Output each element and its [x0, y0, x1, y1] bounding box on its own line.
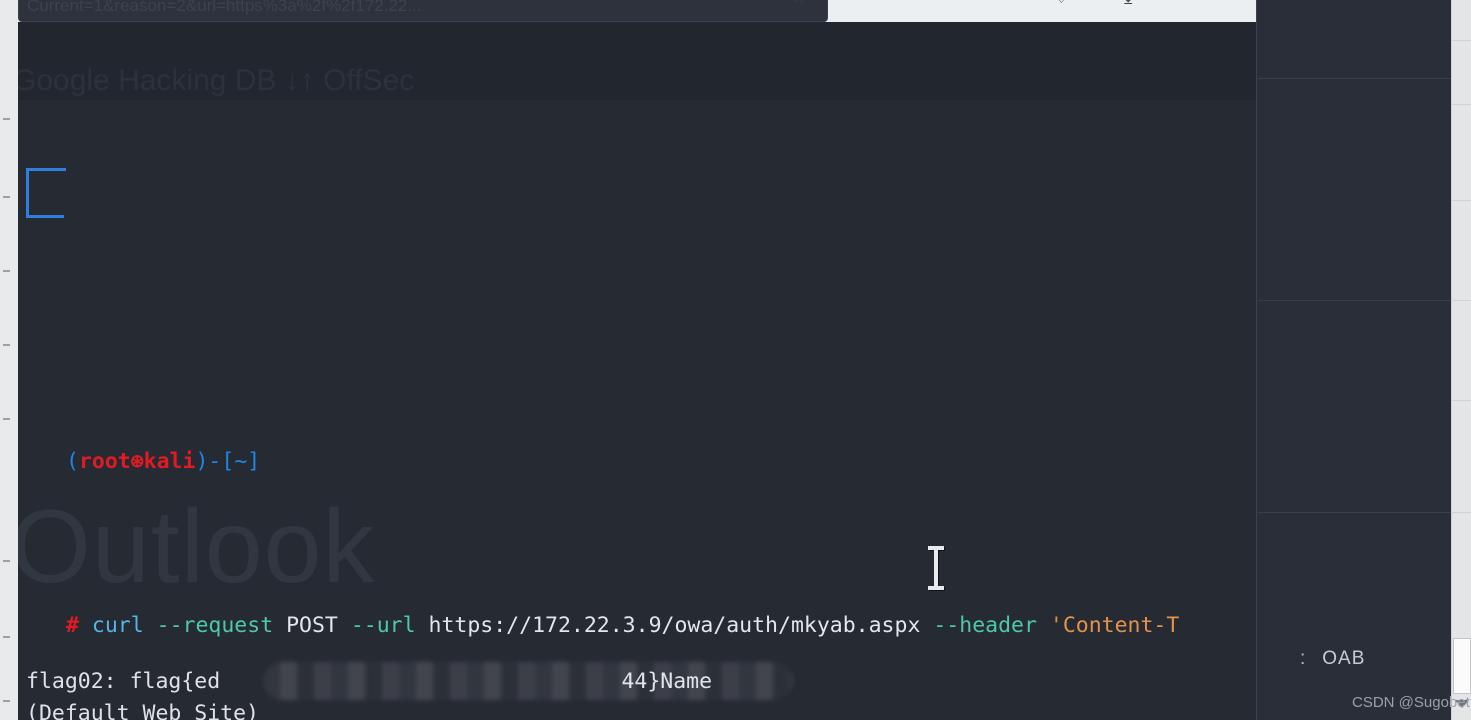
csdn-watermark: CSDN @Sugobet	[1352, 694, 1470, 711]
flag-output: flag02: flag{ed█████████████████████████…	[26, 666, 712, 698]
prompt-decoration	[18, 150, 1256, 310]
panel-divider	[1258, 512, 1451, 513]
oab-colon: :	[1300, 648, 1307, 669]
prompt-user-host: root⊛kali	[78, 449, 196, 474]
heart-icon[interactable]: ♡	[1053, 0, 1070, 8]
target-url: https://172.22.3.9/owa/auth/mkyab.aspx	[428, 613, 921, 638]
header-value-start: 'Content-T	[1049, 613, 1180, 638]
panel-divider	[1258, 78, 1451, 79]
page-scrollbar[interactable]	[1451, 0, 1471, 720]
flag-request: --request	[156, 613, 274, 638]
minimize-icon[interactable]: —	[1196, 0, 1215, 8]
downloads-icon[interactable]: ⤓	[1124, 0, 1132, 8]
default-web-site-line: (Default Web Site)	[26, 701, 259, 720]
flag-header: --header	[933, 613, 1037, 638]
http-method: POST	[286, 613, 338, 638]
address-bar[interactable]: Current=1&reason=2&url=https%3a%2f%2f172…	[18, 0, 828, 22]
prompt-bracket-close: ]	[247, 449, 261, 474]
page-left-gutter	[0, 0, 18, 720]
owa-right-panel	[1256, 0, 1471, 720]
prompt-dash: -	[208, 449, 222, 474]
prompt-line: (root⊛kali)-[~]	[18, 438, 1256, 482]
prompt-close-paren: )	[195, 449, 209, 474]
scrollbar-thumb[interactable]	[1453, 638, 1471, 694]
prompt-hash: #	[66, 613, 79, 638]
command-line-1: # curl --request POST --url https://172.…	[18, 610, 1256, 642]
flag-prefix: flag{ed	[129, 669, 221, 694]
terminal-output: (root⊛kali)-[~] # curl --request POST --…	[18, 22, 1256, 720]
terminal-window[interactable]: Google Hacking DB ↓↑ OffSec Outlook (roo…	[18, 22, 1256, 720]
prompt-cwd: ~	[234, 449, 248, 474]
flag-redacted-chars: ███████████████████████████████	[220, 669, 621, 694]
flag-suffix: 44}	[621, 669, 661, 694]
screen-root: Current=1&reason=2&url=https%3a%2f%2f172…	[0, 0, 1471, 720]
bookmark-icon[interactable]: ☆	[790, 0, 807, 8]
flag-label: flag02:	[26, 669, 130, 694]
flag-url: --url	[350, 613, 416, 638]
cmd-curl: curl	[91, 613, 144, 638]
prompt-bracket-open: [	[221, 449, 235, 474]
flag-trailing-name: Name	[660, 669, 713, 694]
oab-label: OAB	[1322, 648, 1366, 669]
text-cursor-icon	[928, 546, 944, 590]
prompt-open-paren: (	[66, 449, 79, 474]
panel-divider	[1258, 300, 1451, 301]
oab-row: : OAB	[1300, 648, 1365, 670]
panel-left-border	[1256, 0, 1257, 720]
